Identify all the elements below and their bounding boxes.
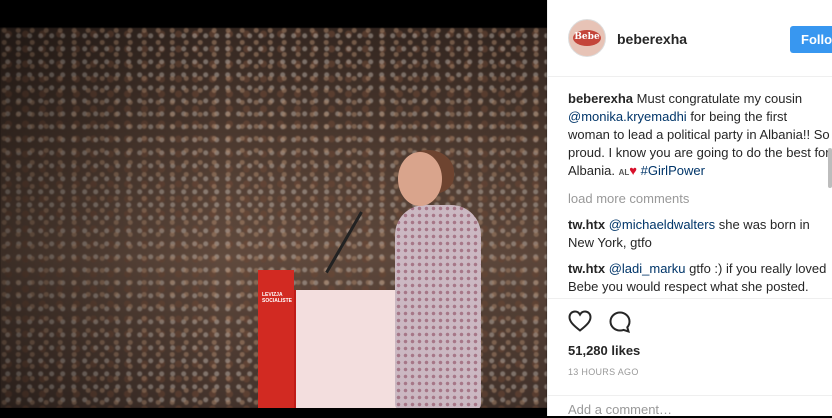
comment-mention[interactable]: @ladi_marku — [609, 261, 686, 276]
speaker-head — [398, 152, 442, 206]
caption-hashtag[interactable]: #GirlPower — [641, 163, 705, 178]
photo-top-border — [0, 0, 547, 28]
avatar[interactable]: Bebe — [568, 19, 606, 57]
post-photo[interactable]: LEVIZJA SOCIALISTE — [0, 0, 547, 416]
speaker-dress — [395, 205, 481, 410]
caption-username[interactable]: beberexha — [568, 91, 633, 106]
follow-button[interactable]: Follow — [790, 26, 832, 53]
avatar-text: Bebe — [574, 32, 600, 42]
username[interactable]: beberexha — [617, 31, 687, 47]
post-panel: Bebe beberexha Follow beberexha Must con… — [547, 0, 832, 417]
caption: beberexha Must congratulate my cousin @m… — [568, 90, 830, 182]
photo-bottom-border — [0, 408, 547, 416]
speech-bubble-icon[interactable] — [608, 310, 632, 334]
comment-mention[interactable]: @michaeldwalters — [609, 217, 715, 232]
comment-username[interactable]: tw.htx — [568, 261, 605, 276]
comment-username[interactable]: tw.htx — [568, 217, 605, 232]
comments-list[interactable]: beberexha Must congratulate my cousin @m… — [568, 90, 830, 298]
post-header: Bebe beberexha Follow — [548, 0, 832, 77]
add-comment-field[interactable]: Add a comment… — [548, 395, 832, 418]
add-comment-placeholder: Add a comment… — [568, 402, 673, 417]
post-actions: 51,280 likes 13 HOURS AGO Add a comment… — [548, 298, 832, 417]
podium-logo: LEVIZJA SOCIALISTE — [262, 292, 293, 304]
likes-count[interactable]: 51,280 likes — [568, 343, 640, 358]
caption-text: Must congratulate my cousin — [636, 91, 803, 106]
albania-flag-icon: AL — [618, 168, 630, 177]
heart-emoji-icon: ♥ — [629, 163, 637, 178]
load-more-comments[interactable]: load more comments — [568, 190, 830, 208]
comment-text: gtfo :) if you really loved Bebe you wou… — [568, 261, 827, 298]
comment-item: tw.htx @michaeldwalters she was born in … — [568, 216, 830, 252]
podium-side — [258, 270, 294, 410]
caption-mention[interactable]: @monika.kryemadhi — [568, 109, 687, 124]
post-timestamp[interactable]: 13 HOURS AGO — [568, 367, 639, 377]
comments-scrollbar[interactable] — [828, 148, 832, 188]
comment-item: tw.htx @ladi_marku gtfo :) if you really… — [568, 260, 830, 298]
heart-outline-icon[interactable] — [568, 310, 592, 332]
podium-front — [294, 290, 408, 410]
